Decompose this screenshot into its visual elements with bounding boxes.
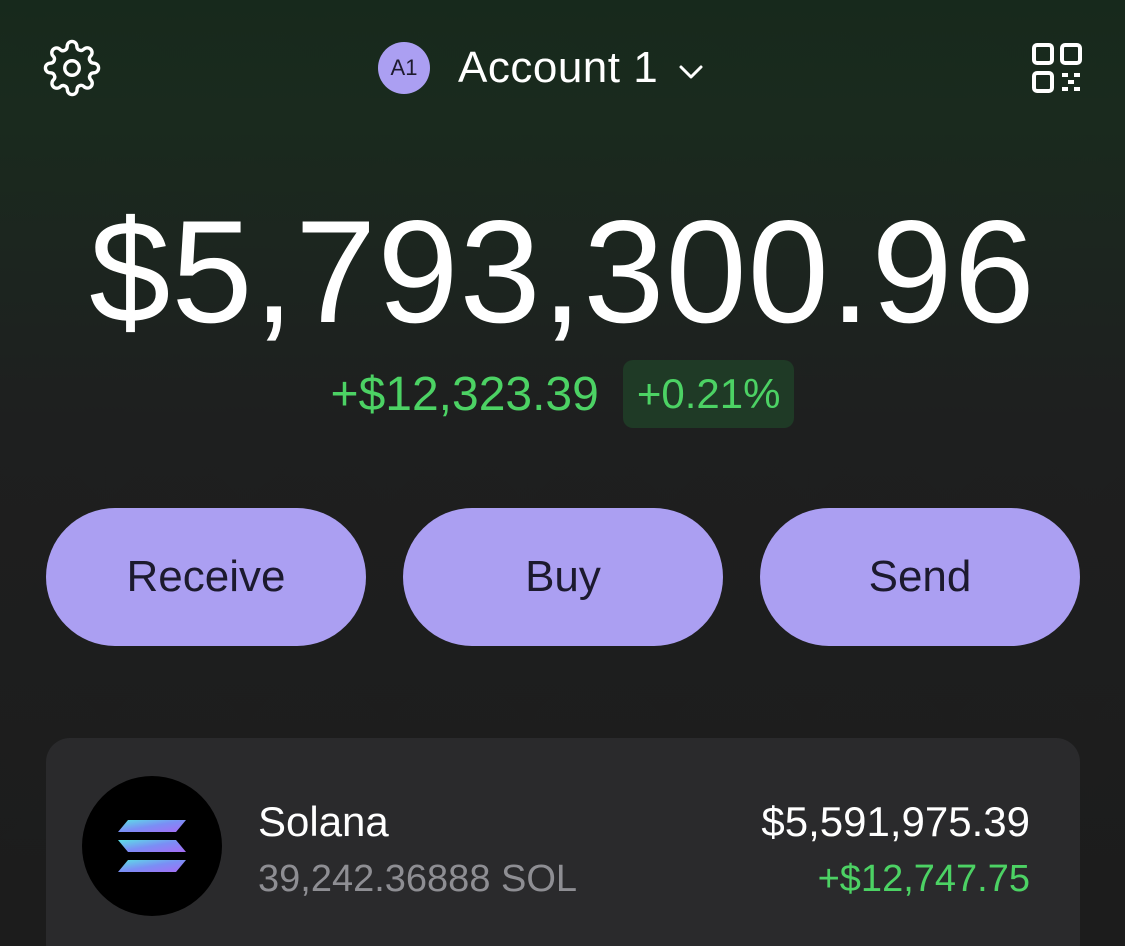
token-amount: 39,242.36888 SOL — [258, 858, 578, 900]
account-name: Account 1 — [458, 43, 659, 92]
token-value: $5,591,975.39 — [761, 798, 1030, 845]
token-name: Solana — [258, 798, 389, 845]
settings-button[interactable] — [42, 38, 102, 98]
solana-logo-icon — [82, 776, 222, 916]
total-balance: $5,793,300.96 — [89, 190, 1036, 353]
gear-icon — [43, 39, 101, 97]
receive-button[interactable]: Receive — [46, 508, 366, 646]
balance-change: +$12,323.39 +0.21% — [0, 360, 1125, 428]
token-row-solana[interactable]: Solana 39,242.36888 SOL $5,591,975.39 +$… — [46, 738, 1080, 946]
account-switcher[interactable]: A1 Account 1 — [378, 40, 706, 96]
qr-code-icon — [1032, 43, 1082, 93]
change-amount: +$12,323.39 — [330, 367, 599, 421]
send-button[interactable]: Send — [760, 508, 1080, 646]
buy-button[interactable]: Buy — [403, 508, 723, 646]
chevron-down-icon — [676, 62, 706, 82]
token-change: +$12,747.75 — [817, 858, 1030, 900]
avatar: A1 — [378, 42, 430, 94]
qr-code-button[interactable] — [1027, 38, 1087, 98]
change-percent-badge: +0.21% — [622, 360, 795, 428]
top-bar: A1 Account 1 — [0, 0, 1125, 140]
action-buttons: Receive Buy Send — [46, 508, 1080, 646]
